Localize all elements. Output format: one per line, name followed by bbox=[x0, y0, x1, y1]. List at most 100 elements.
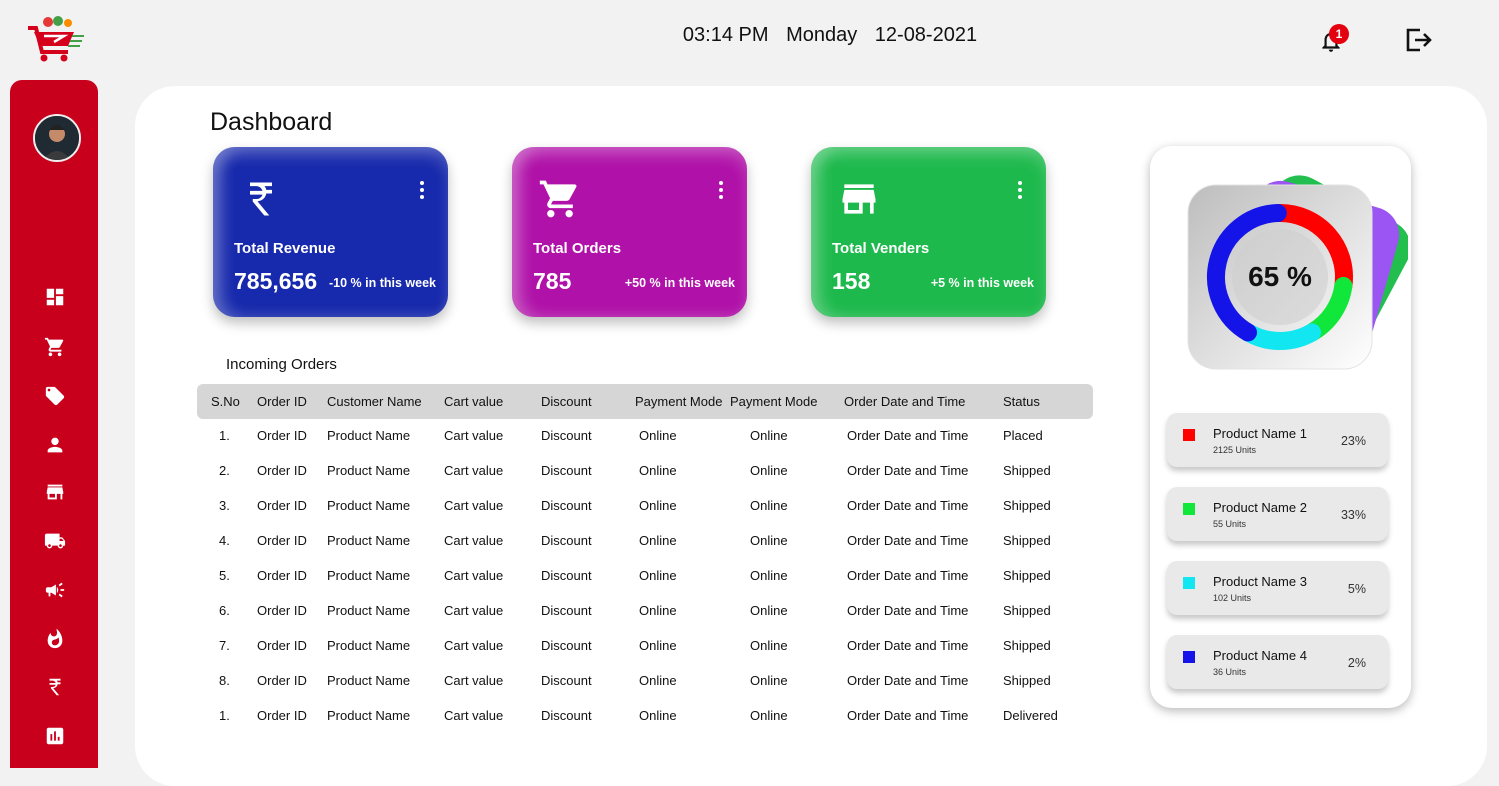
table-cell: Cart value bbox=[444, 708, 504, 723]
table-cell: Product Name bbox=[327, 428, 411, 443]
rupee-icon[interactable] bbox=[44, 676, 66, 698]
store-icon bbox=[842, 184, 876, 214]
table-cell: Shipped bbox=[1003, 638, 1051, 653]
table-cell: Order Date and Time bbox=[847, 498, 969, 513]
product-units: 102 Units bbox=[1213, 593, 1252, 603]
table-cell: Online bbox=[639, 533, 677, 548]
table-cell: Online bbox=[750, 498, 788, 513]
product-name: Product Name 3 bbox=[1213, 574, 1307, 589]
table-cell: Order ID bbox=[257, 463, 307, 478]
legend-item[interactable]: Product Name 4 36 Units 2% bbox=[1167, 635, 1388, 689]
table-cell: Online bbox=[639, 603, 677, 618]
avatar[interactable] bbox=[33, 114, 81, 162]
table-cell: Order Date and Time bbox=[847, 708, 969, 723]
table-cell: Product Name bbox=[327, 673, 411, 688]
table-cell: Cart value bbox=[444, 603, 504, 618]
donut-center-label: 65 % bbox=[1248, 261, 1312, 292]
table-cell: Discount bbox=[541, 603, 592, 618]
legend-swatch bbox=[1183, 651, 1195, 663]
product-units: 36 Units bbox=[1213, 667, 1247, 677]
column-header[interactable]: Discount bbox=[541, 394, 592, 409]
logout-icon[interactable] bbox=[1404, 26, 1434, 54]
legend-item[interactable]: Product Name 2 55 Units 33% bbox=[1167, 487, 1388, 541]
report-icon[interactable] bbox=[44, 725, 66, 747]
table-row[interactable]: 1. Order ID Product Name Cart value Discount… bbox=[197, 419, 1093, 454]
table-row[interactable]: 8. Order ID Product Name Cart value Discount… bbox=[197, 664, 1093, 699]
table-cell: 1. bbox=[219, 428, 230, 443]
card-value: 785,656 bbox=[234, 268, 318, 294]
rupee-icon bbox=[250, 182, 272, 216]
table-cell: Discount bbox=[541, 708, 592, 723]
total-orders-card[interactable]: Total Orders 785 +50 % in this week bbox=[512, 147, 747, 317]
legend-swatch bbox=[1183, 503, 1195, 515]
table-row[interactable]: 1. Order ID Product Name Cart value Discount… bbox=[197, 699, 1093, 734]
table-cell: Shipped bbox=[1003, 673, 1051, 688]
table-cell: Delivered bbox=[1003, 708, 1058, 723]
table-cell: Order ID bbox=[257, 533, 307, 548]
megaphone-icon[interactable] bbox=[44, 579, 66, 601]
more-vert-icon[interactable] bbox=[717, 180, 725, 200]
table-row[interactable]: 2. Order ID Product Name Cart value Discount… bbox=[197, 454, 1093, 489]
card-value: 785 bbox=[533, 268, 572, 294]
card-label: Total Venders bbox=[832, 240, 930, 257]
table-cell: Order Date and Time bbox=[847, 463, 969, 478]
current-time: 03:14 PM bbox=[682, 24, 769, 46]
column-header[interactable]: Payment Mode bbox=[730, 394, 817, 409]
product-percent: 2% bbox=[1347, 656, 1366, 670]
flame-icon[interactable] bbox=[44, 628, 66, 650]
table-cell: 5. bbox=[219, 568, 230, 583]
column-header[interactable]: Order ID bbox=[257, 394, 307, 409]
table-cell: Order Date and Time bbox=[847, 638, 969, 653]
column-header[interactable]: Payment Mode bbox=[635, 394, 722, 409]
table-cell: 8. bbox=[219, 673, 230, 688]
tag-icon[interactable] bbox=[44, 385, 66, 407]
table-cell: Product Name bbox=[327, 463, 411, 478]
more-vert-icon[interactable] bbox=[418, 180, 426, 200]
table-cell: Order ID bbox=[257, 498, 307, 513]
column-header[interactable]: Cart value bbox=[444, 394, 503, 409]
table-row[interactable]: 6. Order ID Product Name Cart value Discount… bbox=[197, 594, 1093, 629]
column-header[interactable]: Customer Name bbox=[327, 394, 422, 409]
table-cell: Online bbox=[750, 603, 788, 618]
legend-item[interactable]: Product Name 1 2125 Units 23% bbox=[1167, 413, 1388, 467]
datetime-display: 03:14 PM Monday 12-08-2021 bbox=[600, 24, 1060, 47]
column-header[interactable]: Order Date and Time bbox=[844, 394, 965, 409]
truck-icon[interactable] bbox=[44, 530, 66, 552]
total-revenue-card[interactable]: Total Revenue 785,656 -10 % in this week bbox=[213, 147, 448, 317]
cart-icon bbox=[539, 180, 577, 218]
store-icon[interactable] bbox=[44, 481, 66, 503]
table-row[interactable]: 7. Order ID Product Name Cart value Discount… bbox=[197, 629, 1093, 664]
total-venders-card[interactable]: Total Venders 158 +5 % in this week bbox=[811, 147, 1046, 317]
table-cell: Discount bbox=[541, 463, 592, 478]
table-cell: Online bbox=[639, 673, 677, 688]
cart-icon[interactable] bbox=[44, 336, 66, 358]
current-date: 12-08-2021 bbox=[874, 24, 978, 46]
product-name: Product Name 4 bbox=[1213, 648, 1307, 663]
table-cell: Online bbox=[639, 498, 677, 513]
table-cell: Product Name bbox=[327, 533, 411, 548]
column-header[interactable]: S.No bbox=[211, 394, 240, 409]
column-header[interactable]: Status bbox=[1003, 394, 1040, 409]
table-cell: Discount bbox=[541, 638, 592, 653]
product-units: 2125 Units bbox=[1213, 445, 1257, 455]
legend-item[interactable]: Product Name 3 102 Units 5% bbox=[1167, 561, 1388, 615]
table-row[interactable]: 3. Order ID Product Name Cart value Discount… bbox=[197, 489, 1093, 524]
table-cell: Discount bbox=[541, 498, 592, 513]
table-cell: Shipped bbox=[1003, 533, 1051, 548]
more-vert-icon[interactable] bbox=[1016, 180, 1024, 200]
table-cell: Order ID bbox=[257, 568, 307, 583]
table-cell: Product Name bbox=[327, 603, 411, 618]
dashboard-icon[interactable] bbox=[44, 286, 66, 308]
table-row[interactable]: 5. Order ID Product Name Cart value Discount… bbox=[197, 559, 1093, 594]
table-cell: Order ID bbox=[257, 428, 307, 443]
table-cell: Order ID bbox=[257, 708, 307, 723]
table-cell: Cart value bbox=[444, 673, 504, 688]
table-row[interactable]: 4. Order ID Product Name Cart value Discount… bbox=[197, 524, 1093, 559]
product-percent: 33% bbox=[1340, 508, 1366, 522]
app-logo bbox=[28, 16, 84, 62]
user-icon[interactable] bbox=[44, 434, 66, 456]
card-value: 158 bbox=[832, 268, 871, 294]
table-cell: 7. bbox=[219, 638, 230, 653]
card-change: -10 % in this week bbox=[329, 276, 436, 290]
table-cell: Product Name bbox=[327, 568, 411, 583]
